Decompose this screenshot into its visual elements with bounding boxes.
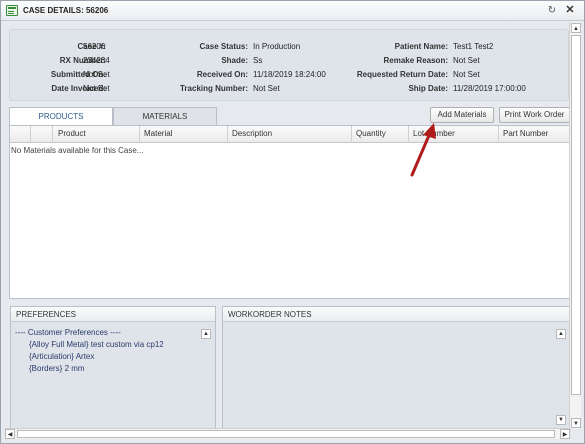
workorder-notes-title: WORKORDER NOTES bbox=[223, 307, 570, 322]
requested-return-date-value: Not Set bbox=[453, 70, 480, 79]
refresh-icon[interactable]: ↻ bbox=[546, 5, 558, 17]
scroll-down-icon[interactable]: ▼ bbox=[571, 418, 581, 428]
workorder-notes-panel: WORKORDER NOTES ▲ ▼ bbox=[222, 306, 571, 430]
tab-products[interactable]: PRODUCTS bbox=[9, 107, 113, 125]
column-header-description[interactable]: Description bbox=[228, 126, 352, 143]
case-number-value: 56206 bbox=[83, 42, 106, 51]
notes-scroll-up-icon[interactable]: ▲ bbox=[556, 329, 566, 339]
column-header-product[interactable]: Product bbox=[53, 126, 140, 143]
tracking-number-value: Not Set bbox=[253, 84, 280, 93]
title-bar: CASE DETAILS: 56206 ↻ ✕ bbox=[1, 1, 584, 21]
preferences-title: PREFERENCES bbox=[11, 307, 215, 322]
received-on-value: 11/18/2019 18:24:00 bbox=[253, 70, 326, 79]
column-header-part-number[interactable]: Part Number bbox=[499, 126, 570, 143]
column-header-material[interactable]: Material bbox=[140, 126, 228, 143]
received-on-label: Received On: bbox=[196, 70, 248, 79]
ship-date-value: 11/28/2019 17:00:00 bbox=[453, 84, 526, 93]
print-work-order-button[interactable]: Print Work Order bbox=[499, 107, 570, 123]
rx-number-value: 234234 bbox=[83, 56, 110, 65]
horizontal-scrollbar[interactable]: ◀ ▶ bbox=[5, 428, 570, 439]
shade-label: Shade: bbox=[221, 56, 248, 65]
scroll-right-icon[interactable]: ▶ bbox=[560, 429, 570, 439]
tab-materials[interactable]: MATERIALS bbox=[113, 107, 217, 125]
window-title: CASE DETAILS: 56206 bbox=[23, 6, 109, 15]
case-summary-panel: Case #: 56206 RX Number: 234234 Submitte… bbox=[9, 29, 569, 101]
scroll-left-icon[interactable]: ◀ bbox=[5, 429, 15, 439]
preferences-scroll-up-icon[interactable]: ▲ bbox=[201, 329, 211, 339]
scroll-up-icon[interactable]: ▲ bbox=[571, 23, 581, 33]
case-status-value: In Production bbox=[253, 42, 301, 51]
preferences-header-line: ---- Customer Preferences ---- bbox=[15, 328, 121, 337]
preferences-list: ---- Customer Preferences ---- {Alloy Fu… bbox=[15, 327, 199, 425]
shade-value: Ss bbox=[253, 56, 263, 65]
horizontal-scroll-thumb[interactable] bbox=[17, 430, 555, 438]
tracking-number-label: Tracking Number: bbox=[179, 84, 248, 93]
preference-item: {Borders} 2 mm bbox=[29, 364, 85, 373]
requested-return-date-label: Requested Return Date: bbox=[356, 70, 448, 79]
case-details-icon bbox=[6, 5, 18, 16]
notes-scroll-down-icon[interactable]: ▼ bbox=[556, 415, 566, 425]
empty-grid-message: No Materials available for this Case... bbox=[11, 146, 144, 155]
column-header-expand[interactable] bbox=[31, 126, 53, 143]
case-status-label: Case Status: bbox=[199, 42, 248, 51]
materials-grid: Product Material Description Quantity Lo… bbox=[9, 125, 571, 299]
preference-item: {Articulation} Artex bbox=[29, 352, 95, 361]
vertical-scrollbar[interactable]: ▲ ▼ bbox=[569, 22, 581, 429]
submitted-on-value: Not Set bbox=[83, 70, 110, 79]
case-details-window: CASE DETAILS: 56206 ↻ ✕ Case #: 56206 RX… bbox=[0, 0, 585, 444]
close-icon[interactable]: ✕ bbox=[564, 4, 576, 16]
preference-item: {Alloy Full Metal} test custom via cp12 bbox=[29, 340, 164, 349]
annotation-arrow-icon bbox=[410, 123, 436, 177]
grid-header: Product Material Description Quantity Lo… bbox=[10, 126, 570, 143]
remake-reason-value: Not Set bbox=[453, 56, 480, 65]
patient-name-value: Test1 Test2 bbox=[453, 42, 494, 51]
vertical-scroll-thumb[interactable] bbox=[571, 35, 581, 395]
remake-reason-label: Remake Reason: bbox=[383, 56, 448, 65]
patient-name-label: Patient Name: bbox=[394, 42, 448, 51]
column-header-select[interactable] bbox=[10, 126, 31, 143]
ship-date-label: Ship Date: bbox=[408, 84, 448, 93]
date-invoiced-value: Not Set bbox=[83, 84, 110, 93]
preferences-panel: PREFERENCES ---- Customer Preferences --… bbox=[10, 306, 216, 430]
